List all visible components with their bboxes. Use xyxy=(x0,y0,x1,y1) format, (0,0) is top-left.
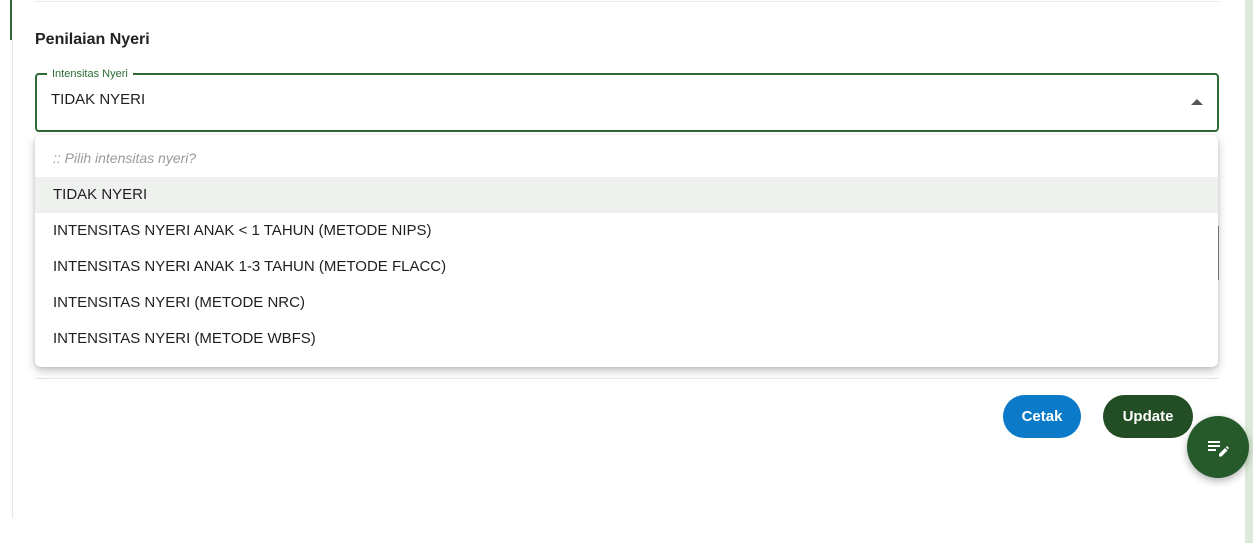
dropdown-placeholder: :: Pilih intensitas nyeri? xyxy=(53,150,197,166)
select-label: Intensitas Nyeri xyxy=(47,67,133,81)
left-accent-bar xyxy=(10,0,12,40)
top-divider xyxy=(35,1,1219,2)
update-button[interactable]: Update xyxy=(1103,395,1193,438)
section-title: Penilaian Nyeri xyxy=(35,31,150,48)
right-scroll-strip xyxy=(1245,0,1253,543)
intensitas-nyeri-select[interactable]: Intensitas Nyeri TIDAK NYERI xyxy=(35,67,1219,132)
dropdown-option[interactable]: INTENSITAS NYERI (METODE NRC) xyxy=(35,285,1218,321)
bottom-divider xyxy=(35,378,1219,379)
caret-up-icon[interactable] xyxy=(1191,99,1203,105)
dropdown-menu: :: Pilih intensitas nyeri? TIDAK NYERI I… xyxy=(35,135,1218,367)
floating-action-button[interactable] xyxy=(1187,416,1249,478)
dropdown-option[interactable]: INTENSITAS NYERI ANAK < 1 TAHUN (METODE … xyxy=(35,213,1218,249)
dropdown-option[interactable]: TIDAK NYERI xyxy=(35,177,1218,213)
page: Penilaian Nyeri Intensitas Nyeri TIDAK N… xyxy=(0,0,1253,543)
select-value: TIDAK NYERI xyxy=(51,91,146,108)
dropdown-option[interactable]: INTENSITAS NYERI ANAK 1-3 TAHUN (METODE … xyxy=(35,249,1218,285)
edit-list-icon xyxy=(1208,441,1229,457)
dropdown-option[interactable]: INTENSITAS NYERI (METODE WBFS) xyxy=(35,321,1218,357)
cetak-button[interactable]: Cetak xyxy=(1003,395,1081,438)
left-border xyxy=(12,40,13,518)
